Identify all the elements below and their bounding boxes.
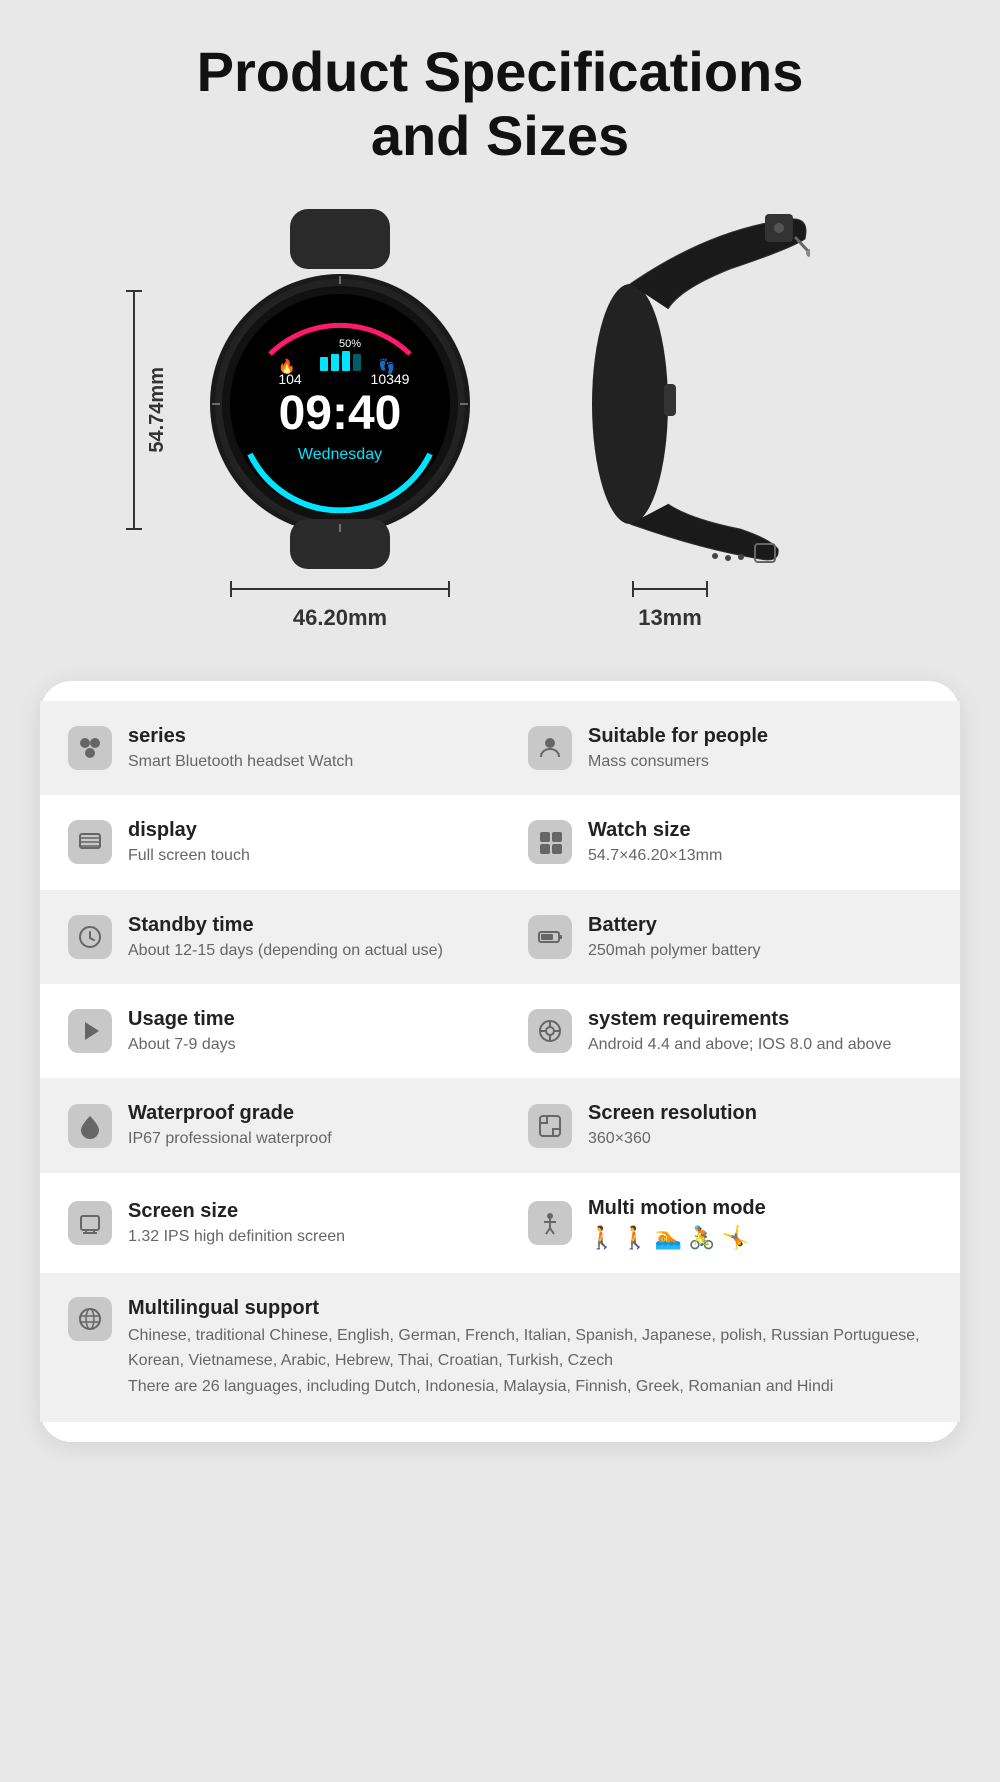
display-icon xyxy=(68,820,112,864)
screen-size-value: 1.32 IPS high definition screen xyxy=(128,1226,345,1248)
battery-icon xyxy=(528,915,572,959)
resolution-value: 360×360 xyxy=(588,1128,757,1150)
waterproof-value: IP67 professional waterproof xyxy=(128,1128,332,1150)
spec-waterproof: Waterproof grade IP67 professional water… xyxy=(40,1078,500,1172)
screen-size-text: Screen size 1.32 IPS high definition scr… xyxy=(128,1198,345,1248)
thickness-dimension: 13mm xyxy=(632,581,708,631)
waterproof-icon xyxy=(68,1104,112,1148)
series-value: Smart Bluetooth headset Watch xyxy=(128,751,353,773)
watch-container: 54.74mm 09:40 Wednesday xyxy=(60,209,940,631)
suitable-text: Suitable for people Mass consumers xyxy=(588,723,768,773)
watch-side: 13mm xyxy=(530,209,810,631)
screen-size-label: Screen size xyxy=(128,1198,345,1224)
spec-row-6: Screen size 1.32 IPS high definition scr… xyxy=(40,1173,960,1273)
spec-row-2: display Full screen touch Watch size 54.… xyxy=(40,795,960,889)
multilingual-value: Chinese, traditional Chinese, English, G… xyxy=(128,1323,932,1400)
watch-size-icon xyxy=(528,820,572,864)
svg-text:Wednesday: Wednesday xyxy=(298,446,382,463)
motion-text: Multi motion mode 🚶 🚶 🏊 🚴 🤸 xyxy=(588,1195,766,1251)
watch-size-text: Watch size 54.7×46.20×13mm xyxy=(588,817,722,867)
usage-text: Usage time About 7-9 days xyxy=(128,1006,236,1056)
display-value: Full screen touch xyxy=(128,845,250,867)
spec-multilingual: Multilingual support Chinese, traditiona… xyxy=(68,1295,932,1400)
motion-icon-4: 🚴 xyxy=(688,1225,715,1251)
sysreq-text: system requirements Android 4.4 and abov… xyxy=(588,1006,891,1056)
page-title: Product Specifications and Sizes xyxy=(137,40,864,169)
spec-series: series Smart Bluetooth headset Watch xyxy=(40,701,500,795)
standby-label: Standby time xyxy=(128,912,443,938)
watch-side-svg xyxy=(530,209,810,569)
battery-value: 250mah polymer battery xyxy=(588,940,761,962)
motion-icon-1: 🚶 xyxy=(588,1225,615,1251)
multilingual-label: Multilingual support xyxy=(128,1295,932,1321)
battery-label: Battery xyxy=(588,912,761,938)
width-label: 46.20mm xyxy=(293,605,387,631)
waterproof-text: Waterproof grade IP67 professional water… xyxy=(128,1100,332,1150)
spec-display: display Full screen touch xyxy=(40,795,500,889)
spec-row-1: series Smart Bluetooth headset Watch Sui… xyxy=(40,701,960,795)
svg-text:50%: 50% xyxy=(339,338,361,350)
spec-usage: Usage time About 7-9 days xyxy=(40,984,500,1078)
series-text: series Smart Bluetooth headset Watch xyxy=(128,723,353,773)
usage-label: Usage time xyxy=(128,1006,236,1032)
sysreq-value: Android 4.4 and above; IOS 8.0 and above xyxy=(588,1034,891,1056)
height-label: 54.74mm xyxy=(146,367,169,453)
motion-icon xyxy=(528,1201,572,1245)
standby-icon xyxy=(68,915,112,959)
series-icon xyxy=(68,726,112,770)
spec-standby: Standby time About 12-15 days (depending… xyxy=(40,890,500,984)
resolution-text: Screen resolution 360×360 xyxy=(588,1100,757,1150)
watch-size-value: 54.7×46.20×13mm xyxy=(588,845,722,867)
svg-text:09:40: 09:40 xyxy=(279,387,402,440)
watch-front-svg: 09:40 Wednesday 104 10349 50% 🔥 👣 xyxy=(190,209,490,569)
spec-row-5: Waterproof grade IP67 professional water… xyxy=(40,1078,960,1172)
spec-screen-size: Screen size 1.32 IPS high definition scr… xyxy=(40,1173,500,1273)
spec-sysreq: system requirements Android 4.4 and abov… xyxy=(500,984,960,1078)
standby-value: About 12-15 days (depending on actual us… xyxy=(128,940,443,962)
spec-resolution: Screen resolution 360×360 xyxy=(500,1078,960,1172)
suitable-label: Suitable for people xyxy=(588,723,768,749)
spec-watch-size: Watch size 54.7×46.20×13mm xyxy=(500,795,960,889)
width-dimension: 46.20mm xyxy=(190,581,490,631)
usage-icon xyxy=(68,1009,112,1053)
resolution-label: Screen resolution xyxy=(588,1100,757,1126)
motion-icons: 🚶 🚶 🏊 🚴 🤸 xyxy=(588,1225,766,1251)
motion-icon-5: 🤸 xyxy=(722,1225,749,1251)
watch-size-label: Watch size xyxy=(588,817,722,843)
specs-card: series Smart Bluetooth headset Watch Sui… xyxy=(40,681,960,1442)
spec-suitable: Suitable for people Mass consumers xyxy=(500,701,960,795)
waterproof-label: Waterproof grade xyxy=(128,1100,332,1126)
motion-icon-2: 🚶 xyxy=(621,1225,648,1251)
battery-text: Battery 250mah polymer battery xyxy=(588,912,761,962)
svg-text:👣: 👣 xyxy=(378,357,395,375)
motion-label: Multi motion mode xyxy=(588,1195,766,1221)
spec-battery: Battery 250mah polymer battery xyxy=(500,890,960,984)
spec-row-4: Usage time About 7-9 days system require… xyxy=(40,984,960,1078)
thickness-label: 13mm xyxy=(638,605,702,631)
sysreq-icon xyxy=(528,1009,572,1053)
multilingual-text: Multilingual support Chinese, traditiona… xyxy=(128,1295,932,1400)
screen-size-icon xyxy=(68,1201,112,1245)
display-label: display xyxy=(128,817,250,843)
multilingual-icon xyxy=(68,1297,112,1341)
suitable-icon xyxy=(528,726,572,770)
svg-text:🔥: 🔥 xyxy=(278,358,295,375)
usage-value: About 7-9 days xyxy=(128,1034,236,1056)
series-label: series xyxy=(128,723,353,749)
spec-row-7: Multilingual support Chinese, traditiona… xyxy=(40,1273,960,1422)
suitable-value: Mass consumers xyxy=(588,751,768,773)
watch-front: 54.74mm 09:40 Wednesday xyxy=(190,209,490,631)
diagram-section: 54.74mm 09:40 Wednesday xyxy=(0,169,1000,631)
spec-motion: Multi motion mode 🚶 🚶 🏊 🚴 🤸 xyxy=(500,1173,960,1273)
standby-text: Standby time About 12-15 days (depending… xyxy=(128,912,443,962)
display-text: display Full screen touch xyxy=(128,817,250,867)
sysreq-label: system requirements xyxy=(588,1006,891,1032)
motion-icon-3: 🏊 xyxy=(655,1225,682,1251)
spec-row-3: Standby time About 12-15 days (depending… xyxy=(40,890,960,984)
resolution-icon xyxy=(528,1104,572,1148)
